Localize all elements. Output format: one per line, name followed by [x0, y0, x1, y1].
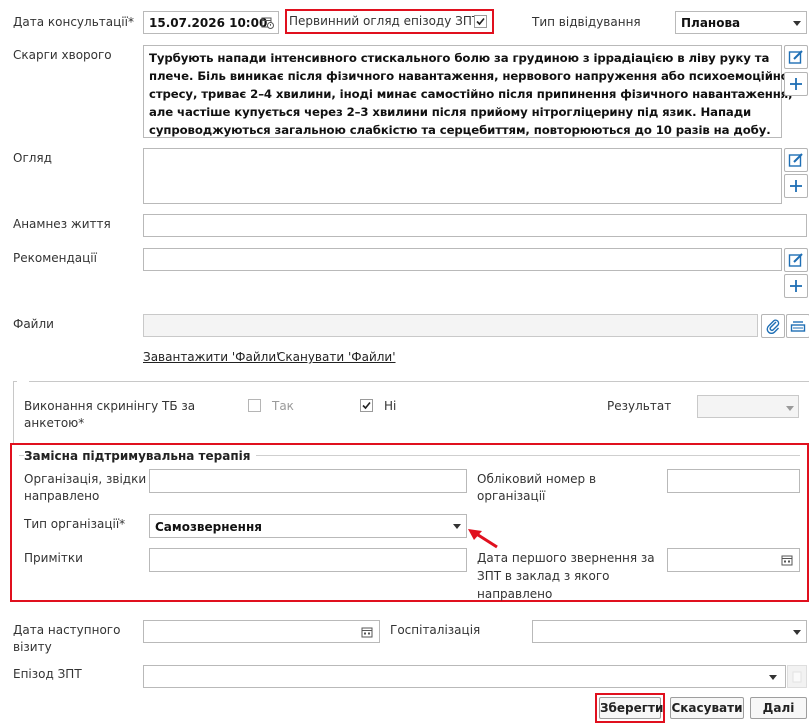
org-label-line1: Організація, звідки	[24, 472, 147, 486]
org-label-line2: направлено	[24, 489, 100, 503]
first-visit-label-line2: ЗПТ в заклад з якого	[477, 569, 610, 583]
episode-action-button[interactable]	[787, 665, 807, 688]
first-visit-label-line1: Дата першого звернення за	[477, 551, 655, 565]
recommendations-add-button[interactable]	[784, 274, 808, 298]
account-number-label-line2: організації	[477, 489, 546, 503]
chevron-down-icon[interactable]	[769, 675, 777, 680]
chevron-down-icon[interactable]	[793, 630, 801, 635]
exam-label: Огляд	[13, 151, 52, 165]
next-visit-date-input[interactable]	[143, 620, 380, 643]
hospitalization-select[interactable]	[532, 620, 807, 643]
org-input[interactable]	[149, 469, 467, 493]
fieldset-notch	[17, 376, 29, 386]
consult-date-value: 15.07.2026 10:00	[149, 16, 268, 30]
scan-file-button[interactable]	[786, 314, 809, 338]
visit-type-label: Тип відвідування	[532, 15, 641, 29]
anamnesis-label: Анамнез життя	[13, 217, 111, 231]
chevron-down-icon[interactable]	[793, 21, 801, 26]
account-number-input[interactable]	[667, 469, 800, 493]
next-visit-label-line1: Дата наступного	[13, 623, 121, 637]
tb-result-select[interactable]	[697, 395, 799, 418]
scan-files-link[interactable]: Сканувати 'Файли'	[277, 350, 396, 364]
save-button[interactable]: Зберегти	[599, 697, 663, 719]
first-visit-label-line3: направлено	[477, 587, 553, 601]
tb-yes-checkbox[interactable]	[248, 399, 261, 412]
primary-exam-label: Первинний огляд епізоду ЗПТ	[289, 14, 480, 28]
chevron-down-icon[interactable]	[453, 524, 461, 529]
exam-textarea[interactable]	[143, 148, 782, 204]
complaint-line: але частіше купується через 2–3 хвилини …	[149, 105, 752, 119]
anamnesis-input[interactable]	[143, 214, 807, 237]
first-visit-date-input[interactable]	[667, 548, 800, 572]
complaints-textarea[interactable]: Турбують напади інтенсивного стискальног…	[143, 45, 803, 138]
notes-label: Примітки	[24, 551, 83, 565]
consult-date-label: Дата консультації*	[13, 15, 134, 29]
tb-yes-label: Так	[272, 399, 294, 413]
complaints-edit-button[interactable]	[784, 45, 808, 69]
paperclip-icon	[766, 319, 780, 334]
primary-exam-checkbox[interactable]	[474, 15, 487, 28]
edit-icon	[788, 153, 803, 167]
account-number-label-line1: Обліковий номер в	[477, 472, 597, 486]
org-type-value: Самозвернення	[155, 520, 262, 534]
plus-icon	[790, 78, 802, 90]
exam-edit-button[interactable]	[784, 148, 808, 172]
hospitalization-label: Госпіталізація	[390, 623, 481, 637]
visit-type-select[interactable]: Планова	[675, 11, 807, 34]
next-visit-label-line2: візиту	[13, 640, 52, 654]
tb-no-checkbox[interactable]	[360, 399, 373, 412]
org-type-label: Тип організації*	[24, 517, 126, 531]
recommendations-input[interactable]	[143, 248, 782, 271]
substitution-therapy-title: Замісна підтримувальна терапія	[24, 447, 257, 465]
edit-icon	[788, 253, 803, 267]
complaint-line: плече. Біль виникає після фізичного нава…	[149, 69, 803, 83]
files-field	[143, 314, 758, 337]
plus-icon	[790, 180, 802, 192]
tb-screening-label-line2: анкетою*	[24, 416, 85, 430]
exam-add-button[interactable]	[784, 174, 808, 198]
tb-no-label: Ні	[384, 399, 397, 413]
tb-screening-label-line1: Виконання скринінгу ТБ за	[24, 399, 196, 413]
plus-icon	[790, 280, 802, 292]
complaint-line: стресу, триває 2–4 хвилини, іноді минає …	[149, 87, 793, 101]
calendar-icon[interactable]	[781, 554, 793, 569]
edit-icon	[788, 50, 803, 64]
notes-input[interactable]	[149, 548, 467, 572]
cancel-button[interactable]: Скасувати	[670, 697, 744, 719]
visit-type-value: Планова	[681, 16, 741, 30]
upload-files-link[interactable]: Завантажити 'Файли'	[143, 350, 279, 364]
checkmark-icon	[362, 401, 371, 410]
complaints-add-button[interactable]	[784, 72, 808, 96]
org-type-select[interactable]: Самозвернення	[149, 514, 467, 538]
tb-result-label: Результат	[607, 399, 672, 413]
complaint-line: супроводжуються загальною слабкістю та с…	[149, 123, 771, 137]
complaint-line: Турбують напади інтенсивного стискальног…	[149, 51, 770, 65]
recommendations-label: Рекомендації	[13, 251, 97, 265]
chevron-down-icon[interactable]	[786, 406, 794, 411]
next-button[interactable]: Далі	[750, 697, 807, 719]
attach-file-button[interactable]	[761, 314, 785, 338]
checkmark-icon	[476, 17, 485, 26]
consult-date-field[interactable]: 15.07.2026 10:00	[143, 11, 279, 34]
files-label: Файли	[13, 317, 54, 331]
calendar-icon[interactable]	[361, 626, 373, 641]
document-icon	[792, 671, 802, 683]
scanner-icon	[790, 321, 806, 332]
red-arrow-annotation	[468, 529, 498, 549]
calendar-clock-icon[interactable]	[261, 16, 274, 32]
episode-label: Епізод ЗПТ	[13, 667, 82, 681]
recommendations-edit-button[interactable]	[784, 248, 808, 272]
complaints-label: Скарги хворого	[13, 48, 112, 62]
episode-select[interactable]	[143, 665, 786, 688]
